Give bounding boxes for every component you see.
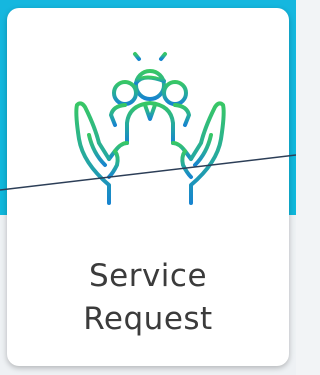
service-request-card[interactable]: Service Request: [7, 8, 289, 366]
service-hands-team-icon: [65, 43, 235, 208]
service-request-title-line1: Service: [88, 258, 208, 294]
service-request-title-line2: Request: [83, 301, 213, 337]
